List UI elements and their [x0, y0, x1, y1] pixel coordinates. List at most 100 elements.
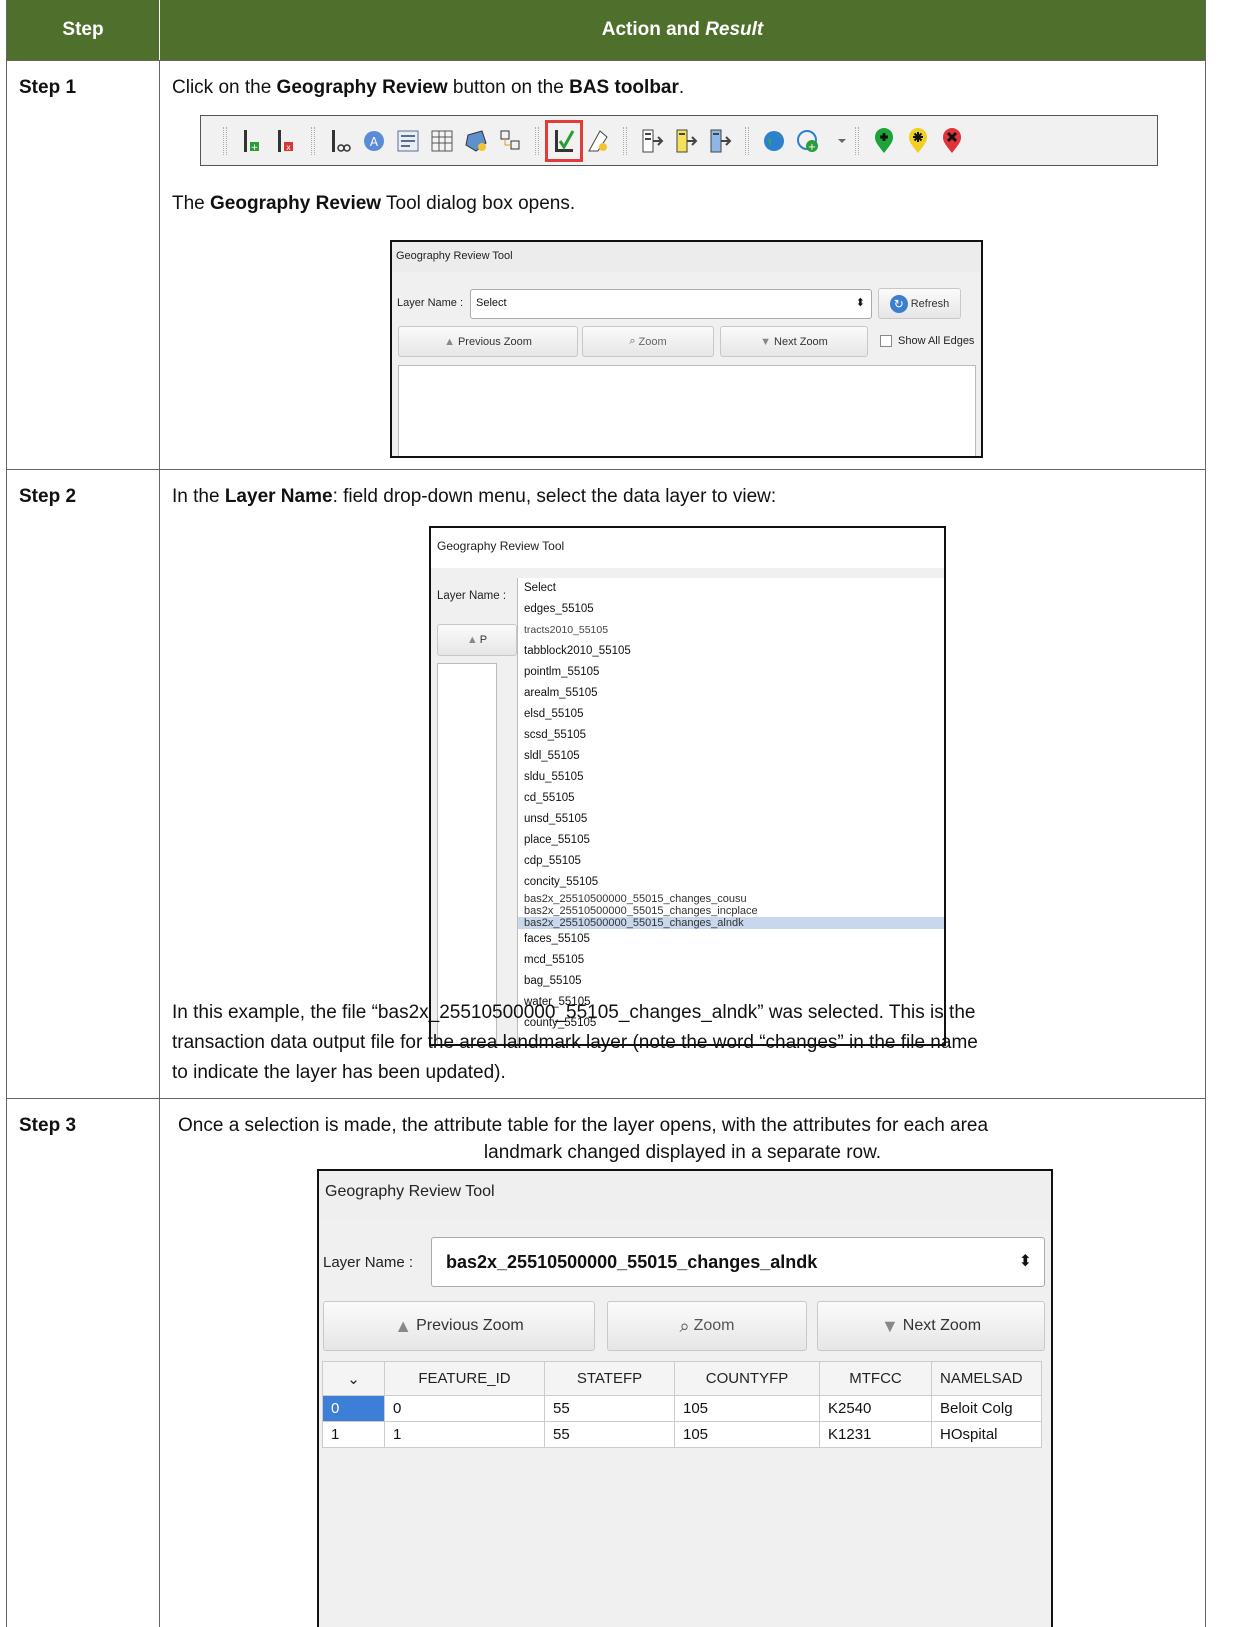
area-landmark-icon[interactable] — [586, 127, 610, 155]
column-header[interactable]: COUNTYFP — [674, 1361, 820, 1396]
table-cell[interactable]: 55 — [544, 1421, 675, 1448]
table-cell[interactable]: 105 — [674, 1421, 820, 1448]
table-cell[interactable]: 0 — [384, 1395, 545, 1422]
dropdown-option[interactable]: place_55105 — [518, 830, 944, 851]
step-content: Once a selection is made, the attribute … — [160, 1099, 1205, 1627]
table-row[interactable]: 1 1 55 105 K1231 HOspital — [322, 1421, 1042, 1448]
export-icon[interactable] — [640, 127, 664, 155]
refresh-button[interactable]: ↻ Refresh — [878, 288, 961, 319]
next-zoom-button[interactable]: ▼ Next Zoom — [817, 1301, 1045, 1351]
dropdown-option[interactable]: faces_55105 — [518, 929, 944, 950]
example-paragraph-line: In this example, the file “bas2x_2551050… — [172, 1002, 976, 1023]
dropdown-option[interactable]: scsd_55105 — [518, 725, 944, 746]
dialog-title: Geography Review Tool — [319, 1171, 1051, 1219]
zoom-button[interactable]: ⌕ Zoom — [607, 1301, 807, 1351]
dropdown-option[interactable]: edges_55105 — [518, 599, 944, 620]
dropdown-option[interactable]: cdp_55105 — [518, 851, 944, 872]
table-cell[interactable]: 55 — [544, 1395, 675, 1422]
add-line-icon[interactable]: + — [240, 127, 264, 155]
triangle-down-icon: ▼ — [760, 335, 772, 348]
triangle-up-icon: ▲ — [466, 634, 478, 646]
layer-name-select[interactable]: Select ⬍ — [470, 289, 872, 319]
dropdown-option[interactable]: arealm_55105 — [518, 683, 944, 704]
layer-name-select[interactable]: bas2x_25510500000_55015_changes_alndk ⬍ — [431, 1237, 1045, 1287]
globe-icon[interactable] — [762, 127, 786, 155]
table-cell[interactable]: HOspital — [931, 1421, 1042, 1448]
dropdown-option[interactable]: concity_55105 — [518, 872, 944, 893]
delete-line-icon[interactable]: x — [274, 127, 298, 155]
previous-zoom-button[interactable]: ▲ Previous Zoom — [323, 1301, 595, 1351]
layer-name-label: Layer Name : — [323, 1254, 414, 1271]
dropdown-option[interactable]: mcd_55105 — [518, 950, 944, 971]
move-point-icon[interactable] — [906, 127, 930, 155]
row-index[interactable]: 0 — [322, 1395, 385, 1422]
chevron-down-icon[interactable]: ⌄ — [347, 1371, 360, 1388]
dropdown-option[interactable]: pointlm_55105 — [518, 662, 944, 683]
previous-zoom-button[interactable]: ▲ Previous Zoom — [398, 326, 578, 357]
geography-review-result-dialog: Geography Review Tool Layer Name : bas2x… — [317, 1169, 1053, 1627]
form-icon[interactable] — [396, 127, 420, 155]
geography-review-icon[interactable] — [545, 119, 583, 162]
table-cell[interactable]: 105 — [674, 1395, 820, 1422]
table-cell[interactable]: Beloit Colg — [931, 1395, 1042, 1422]
table-edit-icon[interactable] — [430, 127, 454, 155]
svg-text:x: x — [286, 143, 291, 152]
add-globe-icon[interactable]: + — [796, 127, 820, 155]
dropdown-option[interactable]: Select — [518, 578, 944, 599]
dropdown-option-selected[interactable]: bas2x_25510500000_55015_changes_alndk — [518, 917, 944, 929]
table-header: Step Action and Result — [7, 0, 1205, 60]
search-icon: ⌕ — [679, 1315, 690, 1336]
checkbox-icon[interactable] — [880, 335, 892, 348]
column-header[interactable]: MTFCC — [819, 1361, 932, 1396]
split-line-icon[interactable] — [328, 127, 352, 155]
column-header[interactable]: FEATURE_ID — [384, 1361, 545, 1396]
export-blue-icon[interactable] — [708, 127, 732, 155]
bas-toolbar: + x A + — [200, 115, 1158, 166]
toolbar-separator — [855, 126, 859, 155]
dropdown-option[interactable]: tracts2010_55105 — [518, 620, 944, 641]
add-point-icon[interactable] — [872, 127, 896, 155]
dropdown-option[interactable]: cd_55105 — [518, 788, 944, 809]
dropdown-option[interactable]: tabblock2010_55105 — [518, 641, 944, 662]
previous-zoom-button[interactable]: ▲ P — [437, 624, 517, 656]
dropdown-option[interactable]: elsd_55105 — [518, 704, 944, 725]
identify-address-icon[interactable]: A — [362, 127, 386, 155]
example-paragraph-line: to indicate the layer has been updated). — [172, 1062, 506, 1083]
row-index[interactable]: 1 — [322, 1421, 385, 1448]
triangle-up-icon: ▲ — [394, 1315, 413, 1336]
refresh-icon: ↻ — [889, 294, 908, 313]
dropdown-option[interactable]: bag_55105 — [518, 971, 944, 992]
next-zoom-button[interactable]: ▼ Next Zoom — [720, 326, 868, 357]
step-label: Step 2 — [7, 470, 160, 1098]
delete-point-icon[interactable] — [940, 127, 964, 155]
export-yellow-icon[interactable] — [674, 127, 698, 155]
toolbar-separator — [535, 126, 539, 155]
table-row[interactable]: 0 0 55 105 K2540 Beloit Colg — [322, 1395, 1042, 1422]
table-cell[interactable]: K2540 — [819, 1395, 932, 1422]
column-menu-button[interactable]: ⌄ — [322, 1361, 385, 1396]
zoom-button[interactable]: ⌕ Zoom — [582, 326, 714, 357]
dropdown-option[interactable]: bas2x_25510500000_55015_changes_incplace — [518, 905, 944, 917]
show-all-edges-label: Show All Edges — [898, 335, 975, 347]
step-row-1: Step 1 Click on the Geography Review but… — [7, 60, 1205, 469]
layer-dropdown-list[interactable]: Select edges_55105 tracts2010_55105 tabb… — [517, 578, 944, 1044]
instruction-text: Click on the Geography Review button on … — [172, 77, 685, 98]
dropdown-option[interactable]: sldu_55105 — [518, 767, 944, 788]
column-header[interactable]: STATEFP — [544, 1361, 675, 1396]
instruction-text-line: Once a selection is made, the attribute … — [178, 1115, 989, 1136]
topology-icon[interactable] — [498, 127, 522, 155]
step-label: Step 3 — [7, 1099, 160, 1627]
attribute-table-area — [398, 365, 976, 456]
toolbar-grip[interactable] — [223, 126, 227, 155]
table-cell[interactable]: K1231 — [819, 1421, 932, 1448]
result-text: The Geography Review Tool dialog box ope… — [172, 193, 576, 214]
dropdown-option[interactable]: bas2x_25510500000_55015_changes_cousu — [518, 893, 944, 905]
polygon-tool-icon[interactable] — [464, 127, 488, 155]
show-all-edges-checkbox[interactable]: Show All Edges — [880, 335, 975, 348]
dropdown-option[interactable]: unsd_55105 — [518, 809, 944, 830]
column-header[interactable]: NAMELSAD — [931, 1361, 1042, 1396]
chevron-down-icon[interactable] — [830, 127, 846, 155]
dropdown-option[interactable]: sldl_55105 — [518, 746, 944, 767]
table-cell[interactable]: 1 — [384, 1421, 545, 1448]
layer-value: bas2x_25510500000_55015_changes_alndk — [446, 1252, 818, 1272]
